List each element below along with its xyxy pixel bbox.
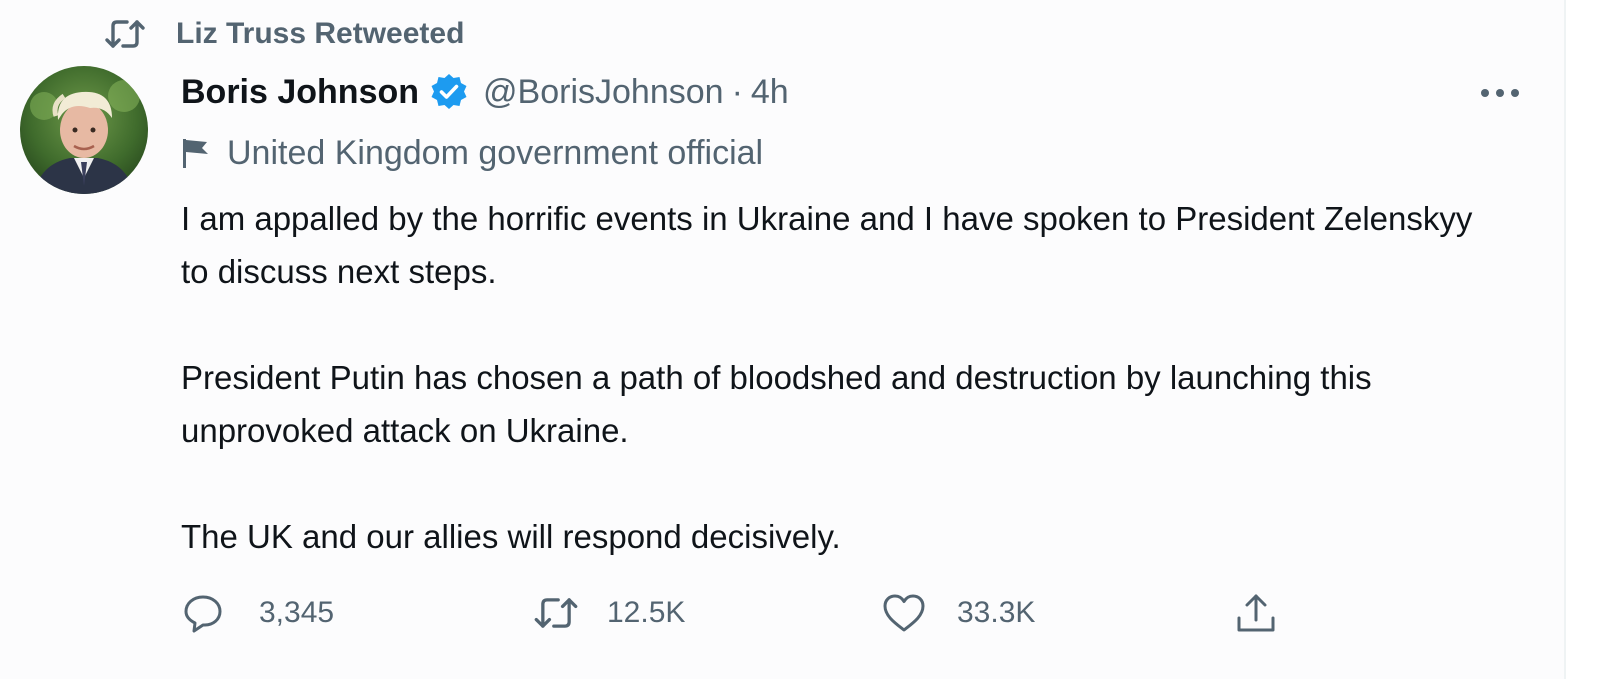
like-icon (881, 592, 927, 634)
government-label[interactable]: United Kingdom government official (181, 130, 763, 176)
tweet-header: Boris Johnson @BorisJohnson · 4h (181, 66, 789, 118)
tweet-card[interactable]: Liz Truss Retweeted Boris Johnson @Boris… (0, 0, 1566, 679)
verified-badge-icon (429, 72, 469, 112)
retweet-context: Liz Truss Retweeted (104, 14, 464, 54)
retweet-context-label[interactable]: Liz Truss Retweeted (176, 17, 464, 51)
like-count: 33.3K (957, 596, 1036, 629)
separator-dot: · (731, 72, 743, 111)
government-label-text: United Kingdom government official (227, 133, 764, 172)
flag-icon (181, 136, 213, 170)
reply-count: 3,345 (259, 596, 335, 629)
tweet-paragraph: I am appalled by the horrific events in … (181, 200, 1473, 290)
tweet-paragraph: The UK and our allies will respond decis… (181, 518, 841, 555)
reply-button[interactable]: 3,345 (181, 588, 334, 638)
more-options-button[interactable] (1470, 74, 1530, 114)
tweet-actions: 3,345 12.5K 33.3K (181, 588, 1301, 638)
retweet-count: 12.5K (607, 596, 686, 629)
tweet-text: I am appalled by the horrific events in … (181, 192, 1481, 563)
tweet-timestamp[interactable]: 4h (751, 73, 789, 112)
more-icon (1480, 85, 1520, 103)
reply-icon (181, 591, 225, 635)
author-handle[interactable]: @BorisJohnson (483, 73, 724, 112)
share-button[interactable] (1233, 588, 1279, 638)
tweet-paragraph: President Putin has chosen a path of blo… (181, 359, 1372, 449)
like-button[interactable]: 33.3K (881, 588, 1035, 638)
retweet-icon (533, 593, 579, 633)
retweet-button[interactable]: 12.5K (533, 588, 685, 638)
avatar[interactable] (20, 66, 148, 194)
author-name[interactable]: Boris Johnson (181, 73, 419, 112)
share-icon (1233, 590, 1279, 636)
retweet-icon (104, 16, 146, 52)
